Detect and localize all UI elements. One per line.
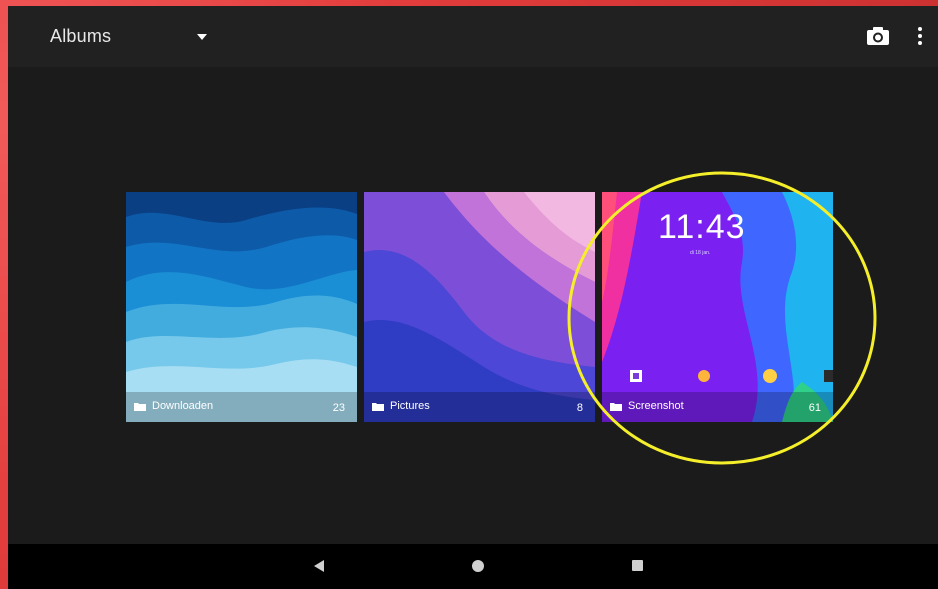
folder-icon [610,403,622,411]
album-name: Pictures [390,400,430,412]
album-tile-pictures[interactable]: Pictures 8 [364,192,595,422]
lockscreen-clock: 11:43 [658,208,746,246]
album-name: Screenshot [628,400,684,412]
album-tile-screenshot[interactable]: 11:43 di 18 jan. Screenshot 61 [602,192,833,422]
album-label: Screenshot 61 [602,392,833,422]
album-name: Downloaden [152,400,214,412]
albums-title: Albums [50,26,112,46]
back-icon[interactable] [314,560,324,572]
app-bar: Albums [8,6,938,67]
album-thumbnail [364,192,595,422]
system-nav-bar [8,544,938,589]
lockscreen-date: di 18 jan. [690,250,711,256]
album-count: 23 [332,402,345,414]
camera-icon[interactable] [866,26,890,46]
album-label: Downloaden 23 [126,392,357,422]
album-label: Pictures 8 [364,392,595,422]
arrow-drop-down-icon[interactable] [197,34,207,40]
folder-icon [372,403,384,411]
album-count: 8 [576,402,583,414]
album-thumbnail [126,192,357,422]
gallery-screen: Albums Downloaden 23 Pictures 8 11:43 di… [8,6,938,589]
more-vert-icon[interactable] [916,25,924,47]
folder-icon [134,403,146,411]
recents-icon[interactable] [632,560,643,571]
album-tile-downloaden[interactable]: Downloaden 23 [126,192,357,422]
album-count: 61 [808,402,821,414]
home-icon[interactable] [472,560,484,572]
